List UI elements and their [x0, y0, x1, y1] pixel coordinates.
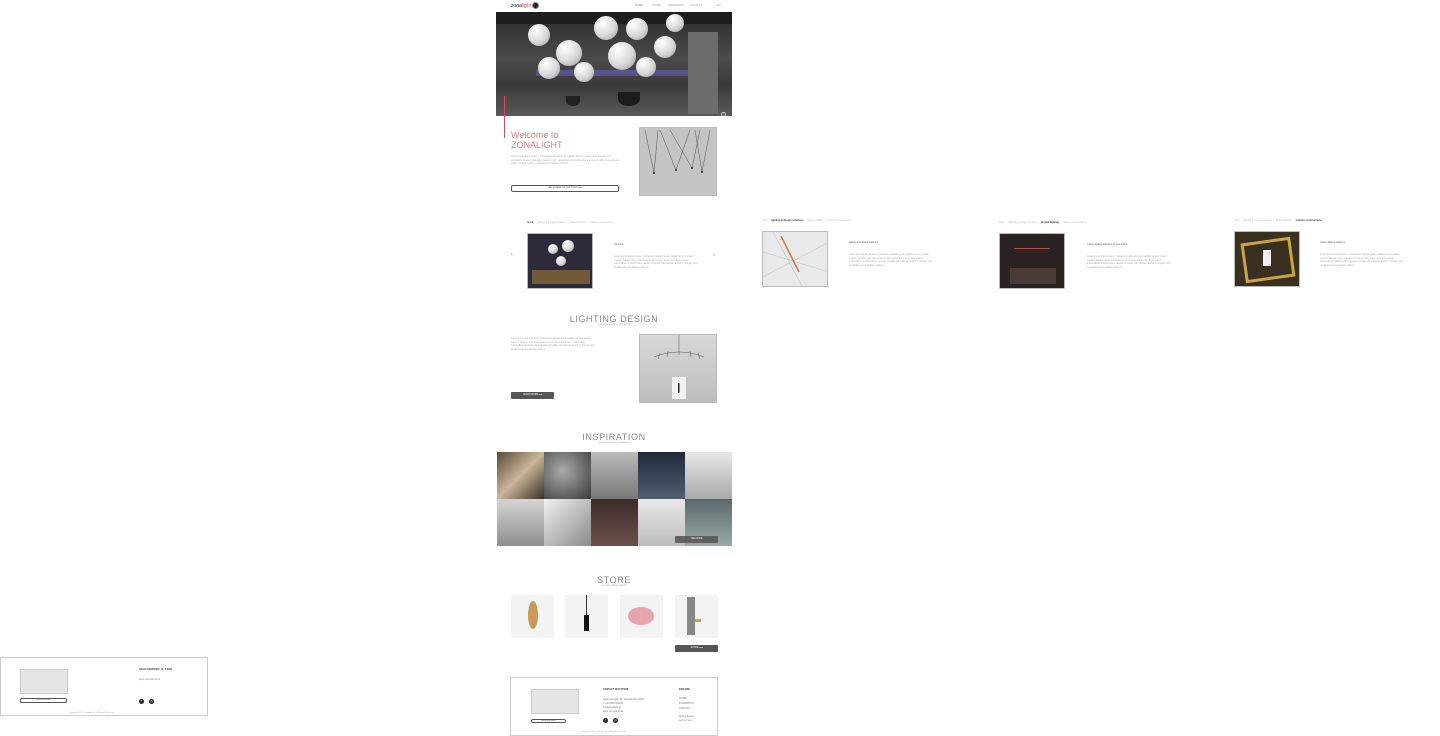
arrow-right-icon: ⟶: [578, 187, 582, 189]
services-tabs-2: store lighting & design solutions projec…: [762, 219, 851, 222]
facebook-icon[interactable]: f: [139, 699, 144, 704]
instagram-icon[interactable]: ◎: [613, 718, 618, 723]
nav-store[interactable]: STORE: [652, 4, 661, 7]
ask-quotation-button[interactable]: ask quotation for your project ⟶: [511, 185, 619, 192]
inspiration-subtitle: get inspired from our selection: [598, 442, 630, 444]
footer-link-store[interactable]: STORE: [679, 698, 687, 700]
chandelier-image: [639, 334, 717, 403]
footer-link-contact[interactable]: CONTACT: [679, 708, 690, 710]
next-arrow-icon[interactable]: ›: [713, 252, 715, 258]
facebook-icon[interactable]: f: [603, 718, 608, 723]
tab-project-lighting[interactable]: project lighting: [569, 221, 585, 224]
scroll-down-icon[interactable]: [721, 112, 726, 116]
learn-more-button[interactable]: LEARN MORE ⟶: [511, 392, 554, 399]
gallery-tile[interactable]: [497, 452, 544, 499]
brand-logo[interactable]: zonalight: [511, 3, 531, 9]
product-card[interactable]: [511, 595, 554, 638]
accent-line: [504, 96, 505, 138]
gallery-tile[interactable]: [685, 452, 732, 499]
top-navbar: zonalight HOME STORE INSPIRATION CONTACT…: [496, 0, 732, 12]
inspiration-title: INSPIRATION: [582, 432, 646, 442]
language-switch[interactable]: EN: [717, 4, 721, 7]
tab-custom-constructions[interactable]: custom constructions: [589, 221, 612, 224]
open-map-button[interactable]: open map route: [531, 719, 566, 723]
gallery-tile[interactable]: [638, 452, 685, 499]
gallery-tile[interactable]: [544, 452, 591, 499]
services-tabs-4: store lighting & design solutions projec…: [1234, 219, 1322, 222]
gallery-tile[interactable]: [591, 452, 638, 499]
gallery-tile[interactable]: [497, 499, 544, 546]
welcome-text: Lorem ipsum dolor sit amet, consectetur …: [511, 156, 619, 166]
hero-image: [496, 12, 732, 116]
nav-home[interactable]: HOME: [635, 4, 643, 7]
service-heading: our store: [614, 244, 624, 246]
nav-contact[interactable]: CONTACT: [690, 4, 702, 7]
side-footer: open map route AGIOU GEORGIOU 14 , 5 000…: [0, 657, 208, 716]
gallery-tile[interactable]: [591, 499, 638, 546]
tab-store[interactable]: store: [527, 221, 533, 224]
footer-link-inspiration[interactable]: INSPIRATION: [679, 703, 694, 705]
open-map-button[interactable]: open map route: [20, 698, 67, 703]
service-text: Lorem ipsum dolor sit amet, consectetur …: [614, 256, 698, 269]
services-tabs: store lighting & design solutions projec…: [527, 221, 616, 224]
project-lighting-image: [999, 233, 1065, 289]
footer-link-lighting[interactable]: lighting design: [679, 716, 694, 718]
footer-link-terms[interactable]: terms of use: [679, 720, 692, 722]
nav-inspiration[interactable]: INSPIRATION: [668, 4, 684, 7]
store-button[interactable]: STORE ⟶: [675, 645, 718, 652]
lighting-design-subtitle: custom solutions for your space: [597, 324, 631, 326]
map-image: [531, 689, 579, 714]
store-interior-image: [527, 233, 593, 289]
see-more-button[interactable]: SEE MORE: [675, 536, 718, 543]
custom-construction-image: [1234, 231, 1300, 287]
welcome-title: Welcome to ZONALIGHT: [511, 130, 563, 150]
prev-arrow-icon[interactable]: ‹: [511, 252, 513, 258]
main-footer: open map route CONTACT OUR STORE Agiou G…: [510, 677, 718, 736]
blueprint-image: [762, 231, 828, 287]
product-card[interactable]: [565, 595, 608, 638]
gallery-tile[interactable]: [544, 499, 591, 546]
lighting-design-title: LIGHTING DESIGN: [569, 314, 659, 324]
product-card[interactable]: [620, 595, 663, 638]
map-image: [20, 669, 68, 694]
product-card[interactable]: [675, 595, 718, 638]
services-tabs-3: store lighting & design solutions projec…: [999, 221, 1087, 224]
store-subtitle: our best-selling products: [601, 585, 627, 587]
tab-lighting-design[interactable]: lighting & design solutions: [537, 221, 566, 224]
logo-badge-icon: [532, 2, 539, 9]
instagram-icon[interactable]: ◎: [149, 699, 154, 704]
lighting-design-text: Lorem ipsum dolor sit amet, consectetur …: [511, 338, 595, 351]
pendant-lights-image: [639, 127, 717, 196]
store-title: STORE: [597, 575, 631, 585]
